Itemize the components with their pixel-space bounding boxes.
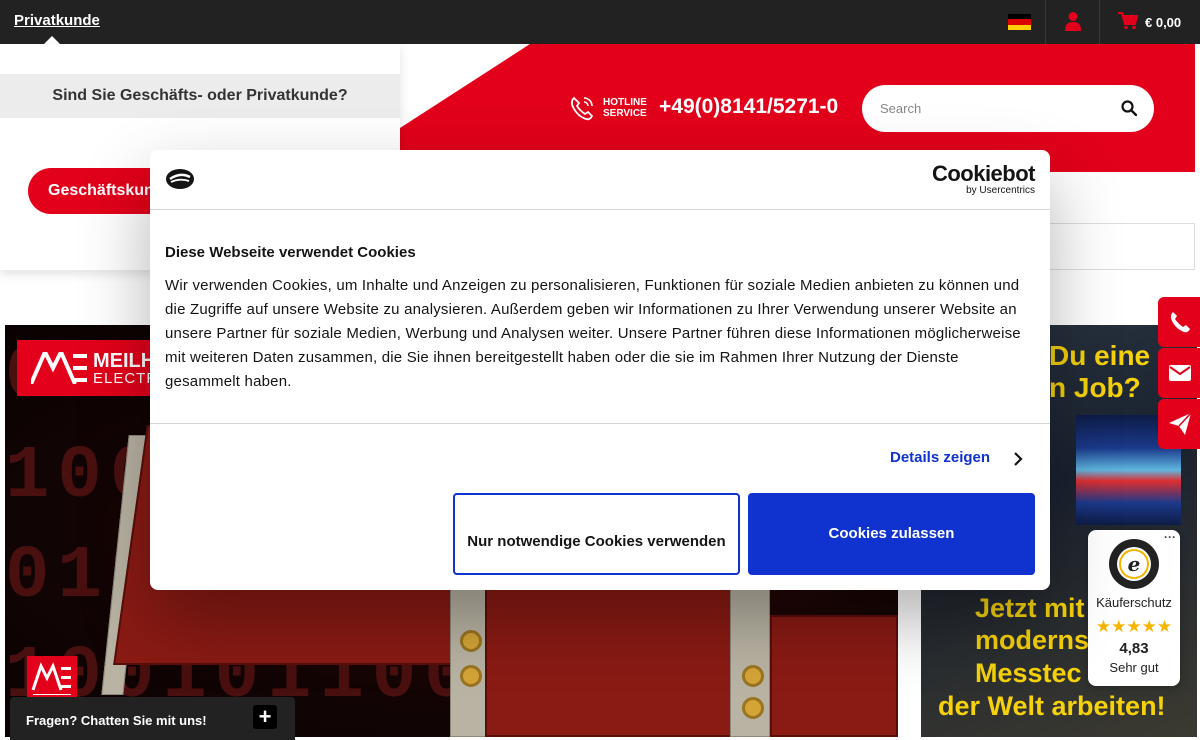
side-phone-button[interactable] bbox=[1158, 297, 1200, 347]
show-details-link[interactable]: Details zeigen bbox=[890, 449, 990, 466]
card-bracket bbox=[450, 585, 488, 737]
meilhaus-logo-icon bbox=[31, 352, 87, 384]
svg-text:e: e bbox=[1128, 552, 1141, 576]
banner-headline: n Job? bbox=[1049, 372, 1141, 403]
meilhaus-logo: MEILHAUS ELECTRONIC bbox=[17, 340, 199, 396]
cookiebot-brand[interactable]: Cookiebot by Usercentrics bbox=[931, 161, 1036, 196]
cookie-title: Diese Webseite verwendet Cookies bbox=[165, 244, 416, 261]
cookiebot-logo-text: Cookiebot bbox=[931, 161, 1036, 186]
necessary-cookies-button[interactable]: Nur notwendige Cookies verwenden bbox=[453, 493, 740, 575]
trusted-shops-seal-icon: e bbox=[1109, 539, 1159, 589]
allow-cookies-button[interactable]: Cookies zulassen bbox=[748, 493, 1035, 575]
cart-total[interactable]: € 0,00 bbox=[1145, 15, 1181, 30]
banner-text: Jetzt mit bbox=[975, 593, 1085, 623]
hotline-label-line1: HOTLINE bbox=[603, 97, 647, 108]
language-flag-de-icon[interactable] bbox=[1008, 14, 1031, 30]
rating-score: 4,83 bbox=[1119, 640, 1149, 657]
cart-icon[interactable] bbox=[1118, 12, 1138, 30]
cookiebot-logo-subtext: by Usercentrics bbox=[966, 185, 1035, 196]
chat-expand-button[interactable]: + bbox=[253, 705, 277, 729]
banner-headline: Du eine bbox=[1049, 340, 1151, 371]
trusted-shops-badge[interactable]: ··· e Käuferschutz ★★★★★ 4,83 Sehr gut bbox=[1088, 530, 1180, 686]
measurement-card-image bbox=[770, 615, 898, 737]
search-box bbox=[862, 85, 1154, 132]
buyer-protection-label: Käuferschutz bbox=[1096, 595, 1172, 610]
rating-stars: ★★★★★ bbox=[1095, 617, 1173, 636]
banner-text: der Welt arbeiten! bbox=[938, 691, 1166, 721]
chat-widget[interactable]: Fragen? Chatten Sie mit uns! + bbox=[10, 697, 295, 740]
banner-text: Messtec bbox=[975, 658, 1082, 688]
cookie-icon bbox=[166, 169, 194, 189]
phone-icon bbox=[1170, 312, 1190, 333]
cookie-description: Wir verwenden Cookies, um Inhalte und An… bbox=[165, 277, 1021, 390]
chat-prompt[interactable]: Fragen? Chatten Sie mit uns! bbox=[26, 713, 207, 728]
header-secondary-field[interactable] bbox=[1040, 223, 1195, 270]
hotline-number[interactable]: +49(0)8141/5271-0 bbox=[659, 95, 838, 119]
divider bbox=[150, 423, 1050, 424]
hotline-label: HOTLINE SERVICE bbox=[603, 97, 647, 119]
divider bbox=[1045, 0, 1046, 44]
search-icon[interactable] bbox=[1121, 100, 1137, 116]
cookie-consent-dialog: Cookiebot by Usercentrics Diese Webseite… bbox=[150, 150, 1050, 590]
send-icon bbox=[1169, 412, 1192, 435]
hotline-label-line2: SERVICE bbox=[603, 108, 647, 119]
sma-connector bbox=[460, 630, 482, 652]
side-mail-button[interactable] bbox=[1158, 348, 1200, 398]
sma-connector bbox=[460, 665, 482, 687]
divider bbox=[1099, 0, 1100, 44]
dropdown-caret bbox=[44, 36, 60, 44]
sma-connector bbox=[742, 697, 764, 719]
measurement-card-image bbox=[485, 585, 735, 737]
top-bar: Privatkunde € 0,00 bbox=[0, 0, 1200, 44]
customer-type-link[interactable]: Privatkunde bbox=[14, 12, 100, 29]
more-options-icon[interactable]: ··· bbox=[1164, 530, 1176, 544]
user-account-icon[interactable] bbox=[1064, 11, 1082, 31]
chevron-right-icon[interactable] bbox=[1013, 452, 1023, 466]
banner-text: modernst bbox=[975, 625, 1099, 655]
customer-question: Sind Sie Geschäfts- oder Privatkunde? bbox=[0, 74, 400, 118]
search-input[interactable] bbox=[880, 98, 1100, 118]
mail-icon bbox=[1169, 365, 1191, 381]
sma-connector bbox=[742, 665, 764, 687]
cookie-dialog-header: Cookiebot by Usercentrics bbox=[150, 150, 1050, 210]
rating-grade: Sehr gut bbox=[1109, 660, 1159, 675]
side-send-button[interactable] bbox=[1158, 399, 1200, 449]
hotline-phone-icon bbox=[571, 96, 594, 121]
